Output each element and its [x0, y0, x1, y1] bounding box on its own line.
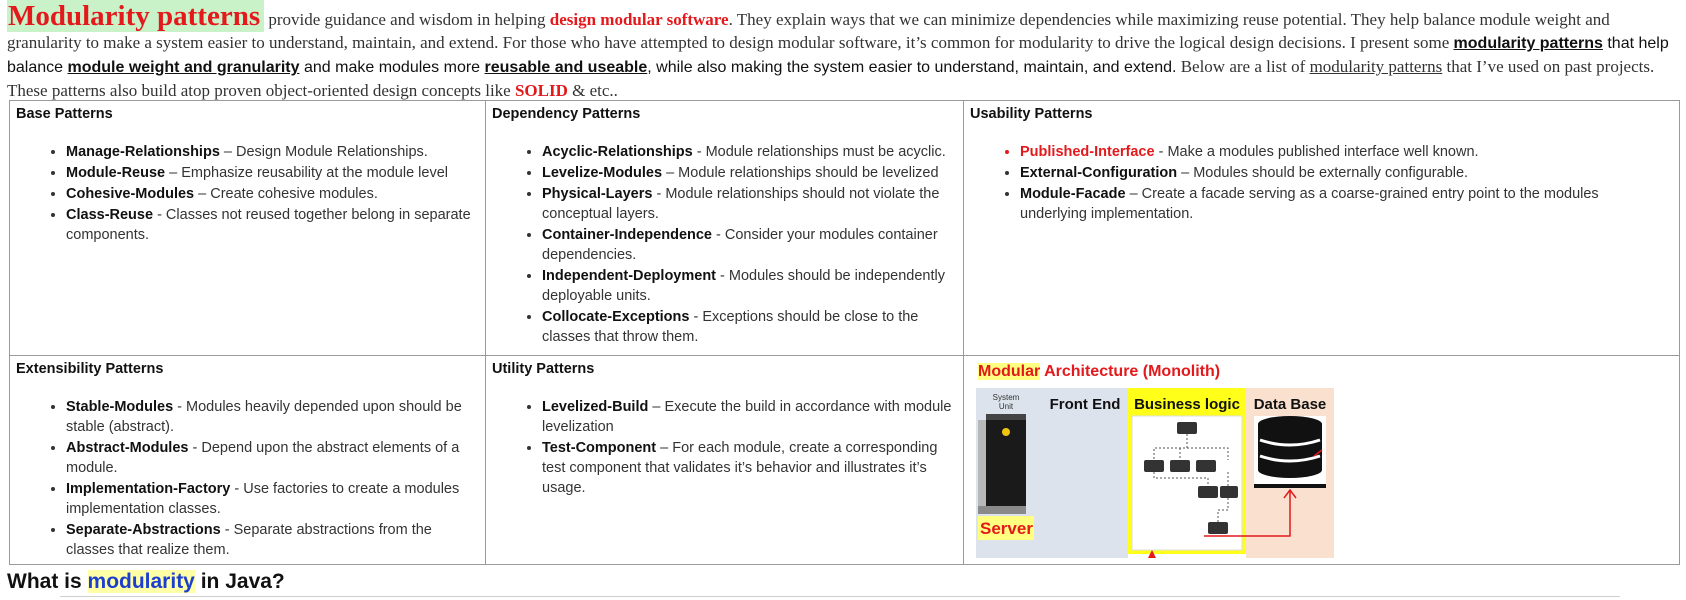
list-item: Implementation-Factory - Use factories t…: [66, 479, 479, 519]
intro-text: & etc..: [567, 81, 618, 100]
svg-text:Unit: Unit: [999, 402, 1014, 411]
list-item: Test-Component – For each module, create…: [542, 438, 957, 498]
divider: [60, 596, 1620, 597]
database-label: Data Base: [1254, 396, 1327, 413]
intro-underline: reusable and useable: [484, 59, 648, 76]
intro-text: , while also making the system easier to…: [647, 59, 1177, 76]
intro-underline: modularity patterns: [1453, 35, 1603, 52]
list-item: Cohesive-Modules – Create cohesive modul…: [66, 184, 479, 204]
module-box: [1196, 460, 1216, 472]
list-item: Stable-Modules - Modules heavily depende…: [66, 397, 479, 437]
system-unit-label: System: [993, 393, 1020, 402]
base-patterns-list: Manage-Relationships – Design Module Rel…: [16, 142, 479, 245]
dependency-patterns-cell: Dependency Patterns Acyclic-Relationship…: [486, 101, 963, 355]
dependency-patterns-heading: Dependency Patterns: [492, 106, 641, 122]
usability-patterns-cell: Usability Patterns Published-Interface -…: [964, 101, 1679, 355]
architecture-diagram-cell: Modular Architecture (Monolith) System U…: [964, 356, 1679, 564]
monolith-architecture-diagram: System Unit Server Front End Business lo…: [976, 388, 1334, 558]
intro-link: modularity patterns: [1309, 57, 1443, 76]
module-box: [1177, 422, 1197, 434]
intro-underline: module weight and granularity: [67, 59, 300, 76]
list-item: Manage-Relationships – Design Module Rel…: [66, 142, 479, 162]
list-item: Collocate-Exceptions - Exceptions should…: [542, 307, 957, 347]
list-item: Module-Reuse – Emphasize reusability at …: [66, 163, 479, 183]
module-box: [1170, 460, 1190, 472]
intro-text: provide guidance and wisdom in helping: [264, 10, 550, 29]
list-item: Independent-Deployment - Modules should …: [542, 266, 957, 306]
module-box: [1198, 486, 1218, 498]
business-logic-label: Business logic: [1134, 396, 1240, 413]
intro-solid: SOLID: [514, 81, 568, 100]
list-item: Container-Independence - Consider your m…: [542, 225, 957, 265]
frontend-column: Front End: [1042, 388, 1128, 558]
list-item: Abstract-Modules - Depend upon the abstr…: [66, 438, 479, 478]
section-heading: What is modularity in Java?: [7, 570, 285, 593]
list-item: Class-Reuse - Classes not reused togethe…: [66, 205, 479, 245]
list-item: Physical-Layers - Module relationships s…: [542, 184, 957, 224]
intro-text: Below are a list of: [1176, 57, 1310, 76]
intro-title: Modularity patterns: [7, 0, 265, 32]
dependency-patterns-list: Acyclic-Relationships - Module relations…: [492, 142, 957, 347]
list-item: Module-Facade – Create a facade serving …: [1020, 184, 1613, 224]
utility-patterns-cell: Utility Patterns Levelized-Build – Execu…: [486, 356, 963, 564]
list-item: Acyclic-Relationships - Module relations…: [542, 142, 957, 162]
intro-emphasis: design modular software: [549, 10, 729, 29]
module-box: [1208, 522, 1228, 534]
server-tower-icon: [986, 414, 1026, 506]
server-label: Server: [980, 519, 1033, 538]
extensibility-patterns-cell: Extensibility Patterns Stable-Modules - …: [10, 356, 485, 564]
business-logic-column: Business logic: [1128, 388, 1246, 558]
base-patterns-heading: Base Patterns: [16, 106, 113, 122]
utility-patterns-list: Levelized-Build – Execute the build in a…: [492, 397, 957, 498]
list-item: External-Configuration – Modules should …: [1020, 163, 1613, 183]
intro-text: and make modules more: [299, 59, 485, 76]
list-item: Levelized-Build – Execute the build in a…: [542, 397, 957, 437]
usability-patterns-heading: Usability Patterns: [970, 106, 1093, 122]
usability-patterns-list: Published-Interface - Make a modules pub…: [970, 142, 1673, 224]
base-patterns-cell: Base Patterns Manage-Relationships – Des…: [10, 101, 485, 355]
list-item: Levelize-Modules – Module relationships …: [542, 163, 957, 183]
patterns-table: Base Patterns Manage-Relationships – Des…: [9, 100, 1680, 565]
extensibility-patterns-heading: Extensibility Patterns: [16, 361, 164, 377]
list-item: Separate-Abstractions - Separate abstrac…: [66, 520, 479, 560]
list-item: Published-Interface - Make a modules pub…: [1020, 142, 1613, 162]
database-icon: [1254, 416, 1326, 488]
frontend-label: Front End: [1050, 396, 1121, 413]
extensibility-patterns-list: Stable-Modules - Modules heavily depende…: [16, 397, 479, 560]
utility-patterns-heading: Utility Patterns: [492, 361, 595, 377]
server-column: System Unit Server: [976, 388, 1042, 558]
module-box: [1144, 460, 1164, 472]
intro-paragraph: Modularity patterns provide guidance and…: [7, 0, 1679, 102]
module-box: [1220, 486, 1238, 498]
